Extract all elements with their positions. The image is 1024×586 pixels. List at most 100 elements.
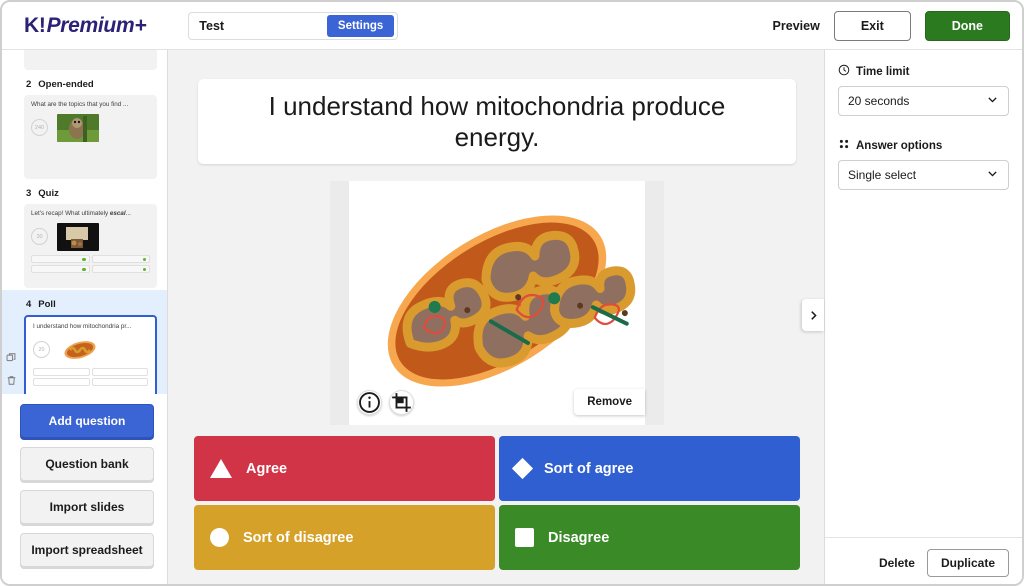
slides-sidebar: 2 Open-ended What are the topics that yo… [2, 50, 168, 584]
thumb-media-row: 20 [33, 335, 148, 364]
panel-footer-actions: Delete Duplicate [825, 537, 1022, 584]
delete-question-button[interactable]: Delete [879, 556, 915, 570]
thumb-answer [33, 377, 90, 386]
kahoot-title-input[interactable] [199, 18, 320, 33]
mitochondria-illustration-image[interactable]: Remove [349, 181, 645, 426]
thumb-answer [31, 264, 90, 273]
answer-option-1-label[interactable]: Agree [246, 461, 287, 477]
thumb-body[interactable]: I understand how mitochondria pr... 20 [24, 315, 157, 394]
top-bar-actions: Preview Exit Done [773, 10, 1010, 41]
clock-icon [838, 64, 850, 79]
logo-k: K! [24, 13, 46, 37]
thumb-question-text: Let's recap! What ultimately [31, 210, 110, 217]
exit-button[interactable]: Exit [833, 10, 911, 41]
kahoot-title-field[interactable]: Settings [188, 11, 399, 40]
answer-option-4[interactable]: Disagree [499, 505, 800, 571]
slide-type: Poll [38, 299, 56, 310]
preview-button[interactable]: Preview [773, 19, 820, 33]
slide-list[interactable]: 2 Open-ended What are the topics that yo… [2, 50, 167, 394]
slide-thumbnail-partial[interactable] [24, 50, 167, 72]
question-media: Remove [330, 181, 664, 426]
thumb-question: I understand how mitochondria pr... [33, 323, 132, 330]
triangle-shape-icon [210, 459, 232, 479]
import-slides-button[interactable]: Import slides [20, 490, 154, 524]
slide-number: 4 [26, 299, 32, 310]
import-spreadsheet-button[interactable]: Import spreadsheet [20, 533, 154, 567]
answer-option-2[interactable]: Sort of agree [499, 436, 800, 502]
slide-number: 3 [26, 188, 32, 199]
circle-shape-icon [210, 528, 229, 548]
question-title-field[interactable]: I understand how mitochondria produce en… [198, 79, 796, 165]
answer-options-select[interactable]: Single select [838, 160, 1009, 190]
question-title-text[interactable]: I understand how mitochondria produce en… [224, 91, 770, 152]
chevron-down-icon [986, 167, 999, 183]
time-limit-value: 20 seconds [848, 94, 910, 108]
thumb-image-owl-photo [57, 113, 99, 142]
thumb-time-badge: 20 [33, 341, 50, 359]
thumb-media-row: 240 [31, 113, 150, 142]
top-bar: K! Premium+ Settings Preview Exit Done [2, 2, 1022, 50]
collapse-panel-toggle[interactable] [802, 299, 824, 331]
thumb-media-row: 30 [31, 222, 150, 251]
chevron-right-icon [810, 310, 817, 320]
slide-header-3: 3 Quiz [24, 181, 167, 204]
thumb-question-italic: escal [109, 210, 126, 217]
thumb-answer [91, 264, 150, 273]
answer-option-4-label[interactable]: Disagree [548, 530, 609, 546]
crop-image-icon[interactable] [389, 390, 414, 416]
slide-item-2[interactable]: 2 Open-ended What are the topics that yo… [24, 72, 167, 179]
diamond-shape-icon [511, 458, 534, 480]
thumb-answers [33, 367, 148, 386]
slide-type: Open-ended [38, 79, 94, 90]
question-canvas: I understand how mitochondria produce en… [168, 50, 826, 584]
grid-dots-icon [838, 138, 850, 153]
trash-icon[interactable] [6, 375, 17, 386]
thumb-body[interactable]: What are the topics that you find ... 24… [24, 95, 157, 179]
settings-button[interactable]: Settings [326, 14, 395, 37]
remove-image-button[interactable]: Remove [574, 389, 645, 416]
question-settings-panel: Time limit 20 seconds Answer options Sin… [824, 50, 1022, 584]
thumb-answer [33, 367, 90, 376]
thumb-answer [91, 367, 148, 376]
done-button[interactable]: Done [924, 10, 1010, 41]
logo-premium: Premium+ [46, 13, 147, 37]
square-shape-icon [515, 528, 534, 548]
answer-options-grid: Agree Sort of agree Sort of disagree Dis… [194, 436, 800, 571]
slide-tools [6, 352, 17, 386]
slide-type: Quiz [38, 188, 59, 199]
chevron-down-icon [986, 93, 999, 109]
slide-item-3[interactable]: 3 Quiz Let's recap! What ultimately esca… [24, 181, 167, 288]
copy-icon[interactable] [6, 352, 17, 363]
thumb-answer [91, 254, 150, 263]
thumb-body [24, 50, 157, 70]
thumb-image-artwork-photo [57, 222, 99, 251]
kahoot-editor: K! Premium+ Settings Preview Exit Done 2… [0, 0, 1024, 586]
thumb-image-mitochondria-illustration [59, 335, 101, 364]
info-icon[interactable] [357, 390, 382, 416]
answer-option-3-label[interactable]: Sort of disagree [243, 530, 353, 546]
time-limit-select[interactable]: 20 seconds [838, 86, 1009, 116]
answer-options-label-row: Answer options [838, 138, 1009, 153]
thumb-body[interactable]: Let's recap! What ultimately escal... 30 [24, 204, 157, 288]
add-question-button[interactable]: Add question [20, 404, 154, 438]
answer-option-2-label[interactable]: Sort of agree [544, 461, 633, 477]
duplicate-question-button[interactable]: Duplicate [926, 549, 1009, 577]
answer-option-1[interactable]: Agree [194, 436, 495, 502]
thumb-question-tail: ... [125, 210, 131, 217]
slide-header-4: 4 Poll [24, 292, 167, 315]
slide-number: 2 [26, 79, 32, 90]
settings-body: Time limit 20 seconds Answer options Sin… [825, 50, 1022, 537]
slide-item-4[interactable]: 4 Poll I understand how mitochondria pr.… [2, 290, 167, 394]
answer-options-label: Answer options [856, 139, 943, 152]
thumb-time-badge: 30 [31, 228, 48, 246]
answer-option-3[interactable]: Sort of disagree [194, 505, 495, 571]
time-limit-label-row: Time limit [838, 64, 1009, 79]
thumb-question: What are the topics that you find ... [31, 101, 129, 108]
answer-options-value: Single select [848, 168, 917, 182]
thumb-answer [91, 377, 148, 386]
question-bank-button[interactable]: Question bank [20, 447, 154, 481]
kahoot-logo: K! Premium+ [24, 13, 147, 38]
thumb-answers [31, 254, 150, 273]
thumb-answer [31, 254, 90, 263]
thumb-question: Let's recap! What ultimately escal... [31, 210, 150, 218]
